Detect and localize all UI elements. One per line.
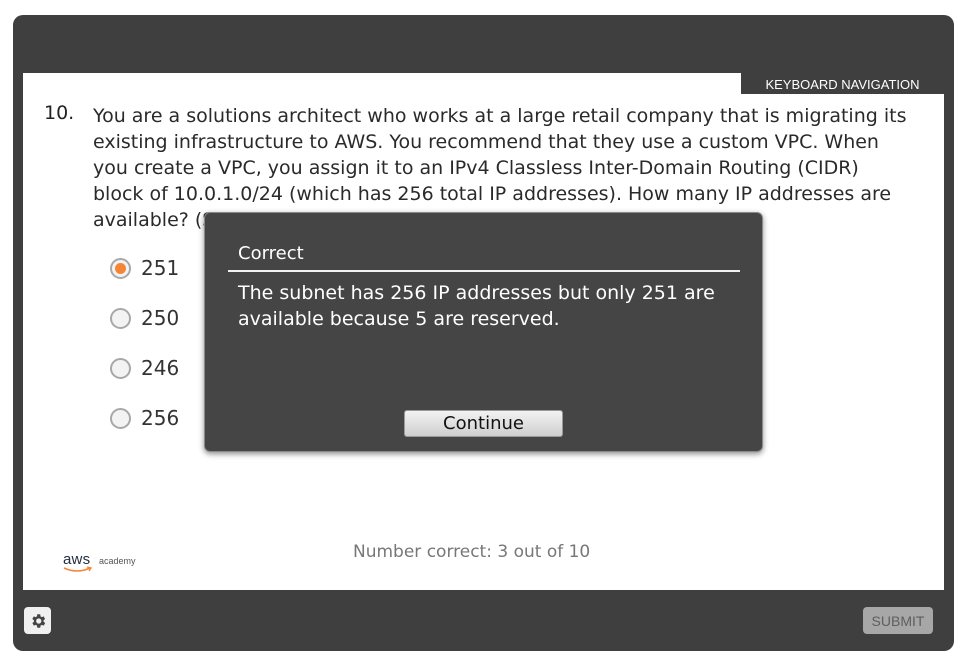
- radio-button[interactable]: [110, 357, 131, 379]
- aws-academy-logo: aws academy: [63, 551, 153, 577]
- feedback-title: Correct: [238, 243, 304, 264]
- radio-button[interactable]: [110, 307, 131, 329]
- feedback-message: The subnet has 256 IP addresses but only…: [238, 282, 715, 330]
- radio-button[interactable]: [110, 407, 131, 429]
- settings-button[interactable]: [24, 607, 51, 634]
- feedback-dialog: Correct The subnet has 256 IP addresses …: [204, 212, 763, 452]
- option-label: 256: [141, 406, 180, 430]
- aws-smile-icon: [63, 566, 93, 572]
- submit-button[interactable]: SUBMIT: [863, 607, 933, 634]
- radio-selected-dot: [115, 262, 126, 274]
- score-text: Number correct: 3 out of 10: [353, 542, 591, 562]
- option-246[interactable]: 246: [110, 356, 179, 380]
- radio-button[interactable]: [110, 257, 131, 279]
- gear-icon: [31, 613, 45, 628]
- option-256[interactable]: 256: [110, 406, 179, 430]
- option-label: 246: [141, 356, 180, 380]
- continue-button[interactable]: Continue: [404, 410, 563, 437]
- option-label: 251: [141, 256, 180, 280]
- option-label: 250: [141, 306, 180, 330]
- answer-options: 251 250 246 256: [110, 256, 179, 456]
- keyboard-navigation-link[interactable]: KEYBOARD NAVIGATION: [741, 73, 944, 94]
- logo-academy-text: academy: [99, 556, 136, 566]
- feedback-divider: [228, 270, 740, 272]
- option-250[interactable]: 250: [110, 306, 179, 330]
- question-number: 10.: [44, 102, 75, 124]
- option-251[interactable]: 251: [110, 256, 179, 280]
